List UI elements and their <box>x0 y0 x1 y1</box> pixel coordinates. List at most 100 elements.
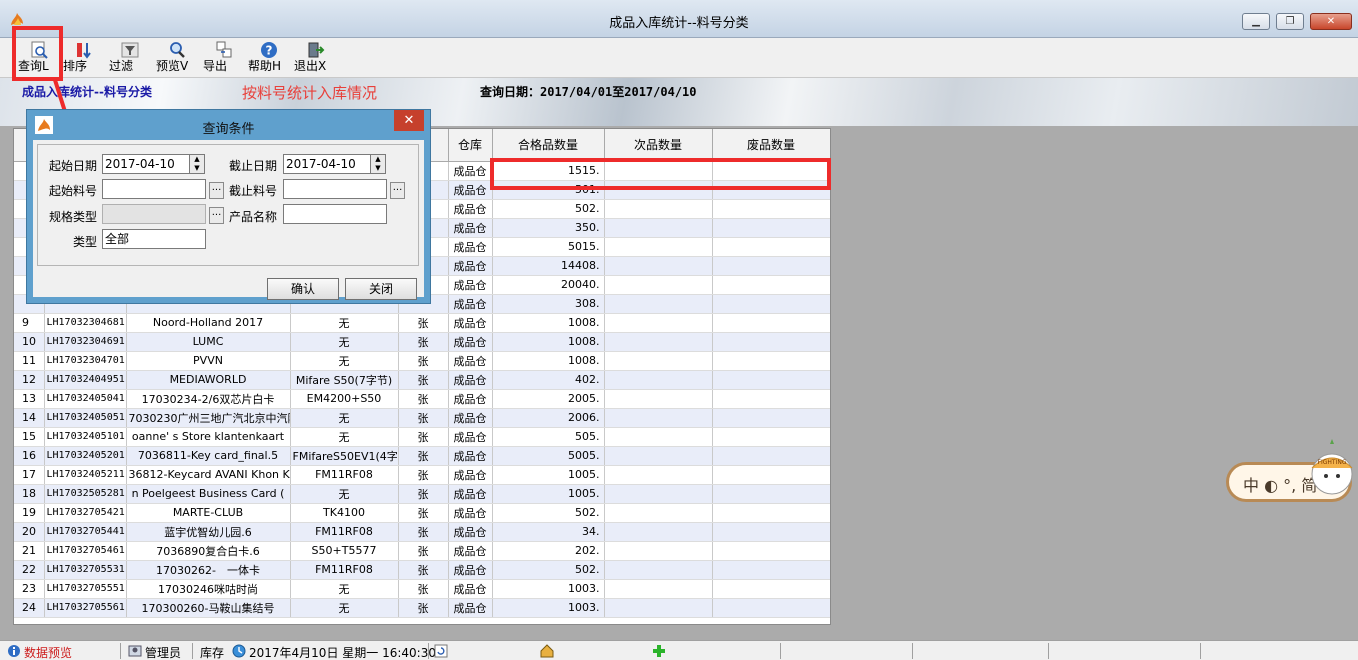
filter-button[interactable]: 过滤 <box>109 40 151 76</box>
table-row[interactable]: 10 LH17032304691 LUMC 无张成品仓 1008. <box>14 332 830 352</box>
query-date: 查询日期：2017/04/01至2017/04/10 <box>480 85 697 99</box>
table-row[interactable]: 15 LH17032405101 oanne' s Store klantenkaa… <box>14 427 830 447</box>
svg-text:?: ? <box>266 44 273 58</box>
help-button[interactable]: ? 帮助H <box>248 40 290 76</box>
table-row[interactable]: 14 LH17032405051 7030230广州三地广汽北京中汽阳无张成品仓 20… <box>14 408 830 428</box>
grid-cell-good-qty: 1005. <box>492 465 605 485</box>
product-name-input[interactable] <box>283 204 387 224</box>
grid-cell-warehouse: 成品仓 <box>448 313 493 333</box>
end-date-label: 截止日期 <box>229 159 278 173</box>
ime-mascot-icon: FIGHTING <box>1311 439 1353 495</box>
table-row[interactable]: 16 LH17032405201 7036811-Key card_final.5 F… <box>14 446 830 466</box>
svg-text:FIGHTING: FIGHTING <box>1318 459 1347 466</box>
end-date-field[interactable]: 2017-04-10 <box>283 154 371 174</box>
grid-cell-sub-qty <box>604 218 713 238</box>
grid-cell-code: LH17032505281 <box>44 484 127 504</box>
grid-cell-warehouse: 成品仓 <box>448 199 493 219</box>
end-code-browse-button[interactable]: ... <box>390 182 405 199</box>
col-header-good-qty[interactable]: 合格品数量 <box>492 129 605 162</box>
start-code-browse-button[interactable]: ... <box>209 182 224 199</box>
end-code-input[interactable] <box>283 179 387 199</box>
grid-cell-good-qty: 2006. <box>492 408 605 428</box>
grid-cell-sub-qty <box>604 560 713 580</box>
window-title: 成品入库统计--料号分类 <box>609 16 749 31</box>
preview-button[interactable]: 预览V <box>156 40 198 76</box>
dialog-close-button[interactable]: ✕ <box>394 110 424 131</box>
dialog-cancel-button[interactable]: 关闭 <box>345 278 417 300</box>
start-date-spinner[interactable]: ▲ ▼ <box>189 154 205 174</box>
grid-cell-good-qty: 502. <box>492 199 605 219</box>
grid-cell-unit: 张 <box>398 598 449 618</box>
home-icon[interactable] <box>540 644 554 658</box>
table-row[interactable]: 22 LH17032705531 17030262- 一体卡 FM11RF08 张成品仓… <box>14 560 830 580</box>
grid-cell-waste-qty <box>712 484 830 504</box>
col-header-waste-qty[interactable]: 废品数量 <box>712 129 830 162</box>
end-date-spinner[interactable]: ▲ ▼ <box>370 154 386 174</box>
col-header-sub-qty[interactable]: 次品数量 <box>604 129 713 162</box>
table-row[interactable]: 24 LH17032705561 170300260-马鞍山集结号无张成品仓 1003… <box>14 598 830 618</box>
table-row[interactable]: 11 LH17032304701 PVVN 无张成品仓 1008. <box>14 351 830 371</box>
grid-cell-sub-qty <box>604 294 713 314</box>
grid-cell-code: LH17032405211 <box>44 465 127 485</box>
table-row[interactable]: 17 LH17032405211 36812-Keycard AVANI Khon … <box>14 465 830 485</box>
grid-cell-sub-qty <box>604 503 713 523</box>
table-row[interactable]: 20 LH17032705441 蓝宇优智幼儿园.6 FM11RF08 张成品仓 34. <box>14 522 830 542</box>
grid-cell-name: 7030230广州三地广汽北京中汽阳 <box>126 408 291 428</box>
exit-button[interactable]: 退出X <box>294 40 336 76</box>
table-row[interactable]: 19 LH17032705421 MARTE-CLUB TK4100 张成品仓 502. <box>14 503 830 523</box>
table-row[interactable]: 21 LH17032705461 7036890复合白卡.6 S50+T5577 张成品… <box>14 541 830 561</box>
start-date-field[interactable]: 2017-04-10 <box>102 154 190 174</box>
grid-cell-spec: FM11RF08 <box>290 522 399 542</box>
grid-cell-name: Noord-Holland 2017 <box>126 313 291 333</box>
grid-cell-waste-qty <box>712 427 830 447</box>
grid-cell-no: 12 <box>14 370 45 390</box>
user-icon <box>128 645 142 657</box>
table-row[interactable]: 13 LH17032405041 17030234-2/6双芯片白卡 EM4200+S… <box>14 389 830 409</box>
grid-cell-sub-qty <box>604 237 713 257</box>
grid-cell-sub-qty <box>604 446 713 466</box>
type-label: 类型 <box>73 235 98 249</box>
grid-cell-spec: 无 <box>290 313 399 333</box>
grid-cell-warehouse: 成品仓 <box>448 522 493 542</box>
help-question-icon: ? <box>261 42 277 58</box>
grid-cell-no: 15 <box>14 427 45 447</box>
grid-cell-code: LH17032705531 <box>44 560 127 580</box>
grid-cell-good-qty: 402. <box>492 370 605 390</box>
spec-browse-button[interactable]: ... <box>209 207 224 224</box>
grid-cell-code: LH17032304681 <box>44 313 127 333</box>
window-close-button[interactable]: ✕ <box>1310 13 1352 30</box>
minimize-button[interactable]: ▁ <box>1242 13 1270 30</box>
grid-cell-sub-qty <box>604 313 713 333</box>
add-plus-icon[interactable] <box>652 644 666 658</box>
export-button[interactable]: 导出 <box>203 40 245 76</box>
grid-cell-code: LH17032705421 <box>44 503 127 523</box>
refresh-icon[interactable] <box>434 644 448 658</box>
table-row[interactable]: 23 LH17032705551 17030246咪咕时尚无张成品仓 1003. <box>14 579 830 599</box>
table-row[interactable]: 9 LH17032304681 Noord-Holland 2017 无张成品仓 100… <box>14 313 830 333</box>
grid-cell-sub-qty <box>604 370 713 390</box>
confirm-button[interactable]: 确认 <box>267 278 339 300</box>
grid-cell-good-qty: 14408. <box>492 256 605 276</box>
grid-cell-name: LUMC <box>126 332 291 352</box>
start-code-input[interactable] <box>102 179 206 199</box>
grid-cell-name: oanne' s Store klantenkaart <box>126 427 291 447</box>
table-row[interactable]: 12 LH17032404951 MEDIAWORLD Mifare S50(7字节)… <box>14 370 830 390</box>
grid-cell-spec: TK4100 <box>290 503 399 523</box>
grid-cell-no: 23 <box>14 579 45 599</box>
highlight-query-button <box>12 26 63 81</box>
col-header-warehouse[interactable]: 仓库 <box>448 129 493 162</box>
info-circle-icon <box>8 645 20 657</box>
type-select[interactable]: 全部 <box>102 229 206 249</box>
sort-button[interactable]: 排序 <box>63 40 105 76</box>
grid-cell-no: 20 <box>14 522 45 542</box>
grid-cell-waste-qty <box>712 560 830 580</box>
start-code-label: 起始料号 <box>49 184 98 198</box>
grid-cell-waste-qty <box>712 199 830 219</box>
annotation-text: 按料号统计入库情况 <box>242 84 378 102</box>
highlight-first-row <box>490 158 831 190</box>
grid-cell-no: 13 <box>14 389 45 409</box>
grid-cell-sub-qty <box>604 199 713 219</box>
grid-cell-waste-qty <box>712 294 830 314</box>
table-row[interactable]: 18 LH17032505281 n Poelgeest Business Card… <box>14 484 830 504</box>
restore-button[interactable]: ❐ <box>1276 13 1304 30</box>
